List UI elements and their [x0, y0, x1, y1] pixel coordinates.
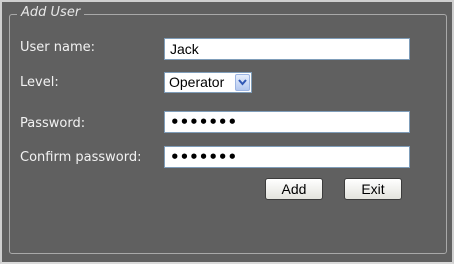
username-label: User name: [20, 40, 96, 55]
level-select[interactable]: Operator [164, 72, 252, 93]
username-input[interactable]: Jack [164, 38, 410, 60]
confirm-password-label: Confirm password: [20, 150, 142, 165]
password-input[interactable]: ••••••• [164, 111, 410, 133]
level-selected-value: Operator [169, 74, 225, 90]
exit-button[interactable]: Exit [344, 178, 402, 200]
chevron-down-icon[interactable] [235, 74, 250, 91]
password-label: Password: [20, 116, 86, 131]
level-label: Level: [20, 75, 59, 90]
fieldset-legend: Add User [17, 5, 85, 21]
confirm-password-input[interactable]: ••••••• [164, 146, 410, 168]
add-user-panel: Add User User name: Jack Level: Operator… [0, 0, 454, 264]
add-button[interactable]: Add [265, 178, 323, 200]
